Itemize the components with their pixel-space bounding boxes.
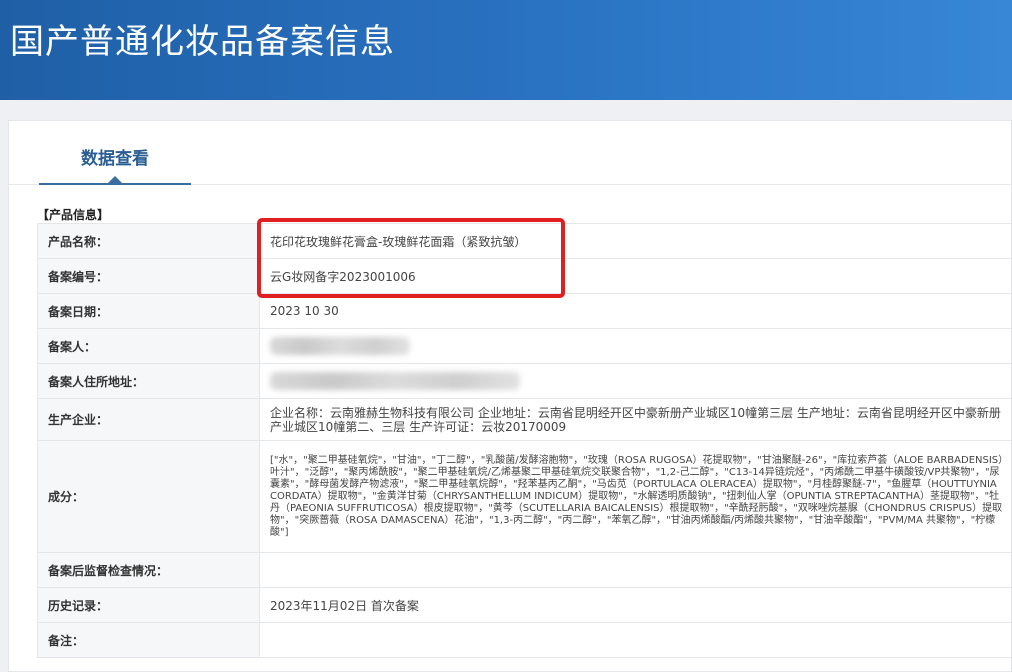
redacted-blur bbox=[270, 337, 410, 355]
record-date-value: 2023 10 30 bbox=[259, 293, 1012, 329]
table-row: 备案日期： 2023 10 30 bbox=[37, 293, 1012, 329]
table-row: 生产企业： 企业名称：云南雅赫生物科技有限公司 企业地址：云南省昆明经开区中豪新… bbox=[37, 398, 1012, 441]
registrant-value-redacted bbox=[259, 328, 1012, 364]
page-title: 国产普通化妆品备案信息 bbox=[10, 22, 395, 62]
product-name-value: 花印花玫瑰鲜花膏盒-玫瑰鲜花面霜（紧致抗皱） bbox=[259, 223, 1012, 259]
table-row: 备案后监督检查情况： bbox=[37, 552, 1012, 588]
row-label: 备案编号： bbox=[37, 258, 260, 294]
history-value: 2023年11月02日 首次备案 bbox=[259, 587, 1012, 623]
table-row: 备案人： bbox=[37, 328, 1012, 364]
row-label: 生产企业： bbox=[37, 398, 260, 441]
section-heading: 【产品信息】 bbox=[37, 208, 110, 222]
row-label: 备案后监督检查情况： bbox=[37, 552, 260, 588]
post-check-value bbox=[259, 552, 1012, 588]
table-row: 备注： bbox=[37, 622, 1012, 658]
tab-active-caret-icon bbox=[108, 176, 122, 183]
tab-bar: 数据查看 bbox=[9, 121, 1012, 185]
product-info-table: 产品名称： 花印花玫瑰鲜花膏盒-玫瑰鲜花面霜（紧致抗皱） 备案编号： 云G妆网备… bbox=[37, 223, 1012, 658]
table-row: 历史记录： 2023年11月02日 首次备案 bbox=[37, 587, 1012, 623]
table-row: 备案人住所地址： bbox=[37, 363, 1012, 399]
row-label: 备注： bbox=[37, 622, 260, 658]
row-label: 备案人住所地址： bbox=[37, 363, 260, 399]
remarks-value bbox=[259, 622, 1012, 658]
ingredients-value: ["水"，"聚二甲基硅氧烷"，"甘油"，"丁二醇"，"乳酸菌/发酵溶胞物"，"玫… bbox=[259, 440, 1012, 553]
row-label: 产品名称： bbox=[37, 223, 260, 259]
table-row: 成分： ["水"，"聚二甲基硅氧烷"，"甘油"，"丁二醇"，"乳酸菌/发酵溶胞物… bbox=[37, 440, 1012, 553]
header-banner: 国产普通化妆品备案信息 bbox=[0, 0, 1012, 100]
row-label: 历史记录： bbox=[37, 587, 260, 623]
table-row: 产品名称： 花印花玫瑰鲜花膏盒-玫瑰鲜花面霜（紧致抗皱） bbox=[37, 223, 1012, 259]
content-card: 数据查看 【产品信息】 产品名称： 花印花玫瑰鲜花膏盒-玫瑰鲜花面霜（紧致抗皱）… bbox=[8, 120, 1012, 672]
row-label: 备案人： bbox=[37, 328, 260, 364]
row-label: 备案日期： bbox=[37, 293, 260, 329]
table-row: 备案编号： 云G妆网备字2023001006 bbox=[37, 258, 1012, 294]
manufacturer-value: 企业名称：云南雅赫生物科技有限公司 企业地址：云南省昆明经开区中豪新册产业城区1… bbox=[259, 398, 1012, 441]
redacted-blur bbox=[270, 372, 520, 390]
row-label: 成分： bbox=[37, 440, 260, 553]
record-number-value: 云G妆网备字2023001006 bbox=[259, 258, 1012, 294]
registrant-address-value-redacted bbox=[259, 363, 1012, 399]
